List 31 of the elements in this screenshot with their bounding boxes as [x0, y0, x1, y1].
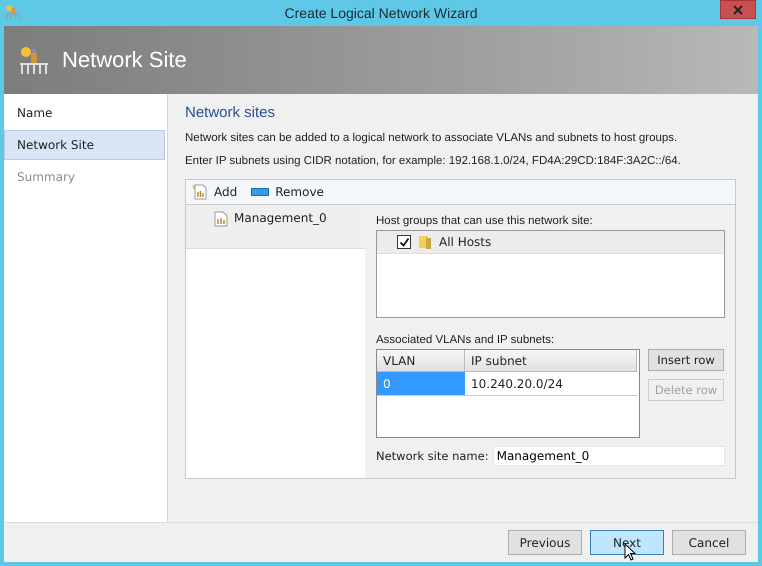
section-heading: Network sites	[185, 104, 276, 121]
table-cell[interactable]: 10.240.20.0/24	[465, 372, 637, 396]
wizard-step[interactable]: Name	[4, 98, 165, 128]
cancel-button[interactable]: Cancel	[672, 530, 746, 555]
site-name-label: Network site name:	[376, 449, 489, 463]
site-item[interactable]: Management_0	[186, 205, 365, 249]
host-groups-label: Host groups that can use this network site:	[376, 215, 594, 227]
insert-row-button[interactable]: Insert row	[648, 349, 724, 371]
window-title: Create Logical Network Wizard	[284, 5, 478, 21]
document-icon	[214, 211, 228, 227]
add-button[interactable]: Add	[190, 184, 240, 200]
page-title: Network Site	[62, 47, 187, 73]
network-icon	[4, 4, 22, 20]
subnets-label: Associated VLANs and IP subnets:	[376, 334, 556, 346]
hint-text: Enter IP subnets using CIDR notation, for example: 192.168.1.0/24, FD4A:29CD:184F:3A2C::/64.	[185, 155, 682, 167]
previous-button[interactable]: Previous	[508, 530, 582, 555]
host-group-name: All Hosts	[439, 235, 492, 249]
close-button[interactable]	[720, 0, 756, 19]
wizard-step[interactable]: Network Site	[4, 130, 165, 160]
minus-icon	[251, 188, 270, 196]
server-icon	[417, 234, 433, 250]
network-icon	[18, 45, 50, 75]
remove-button[interactable]: Remove	[249, 185, 326, 199]
close-icon	[733, 4, 743, 14]
column-header[interactable]: IP subnet	[465, 350, 637, 372]
column-header[interactable]: VLAN	[377, 350, 465, 372]
site-name-field[interactable]: Management_0	[492, 446, 725, 466]
site-name: Management_0	[234, 211, 327, 225]
description-text: Network sites can be added to a logical network to associate VLANs and subnets to host groups.	[185, 132, 678, 144]
document-icon	[192, 184, 208, 200]
checkbox[interactable]	[397, 235, 411, 249]
